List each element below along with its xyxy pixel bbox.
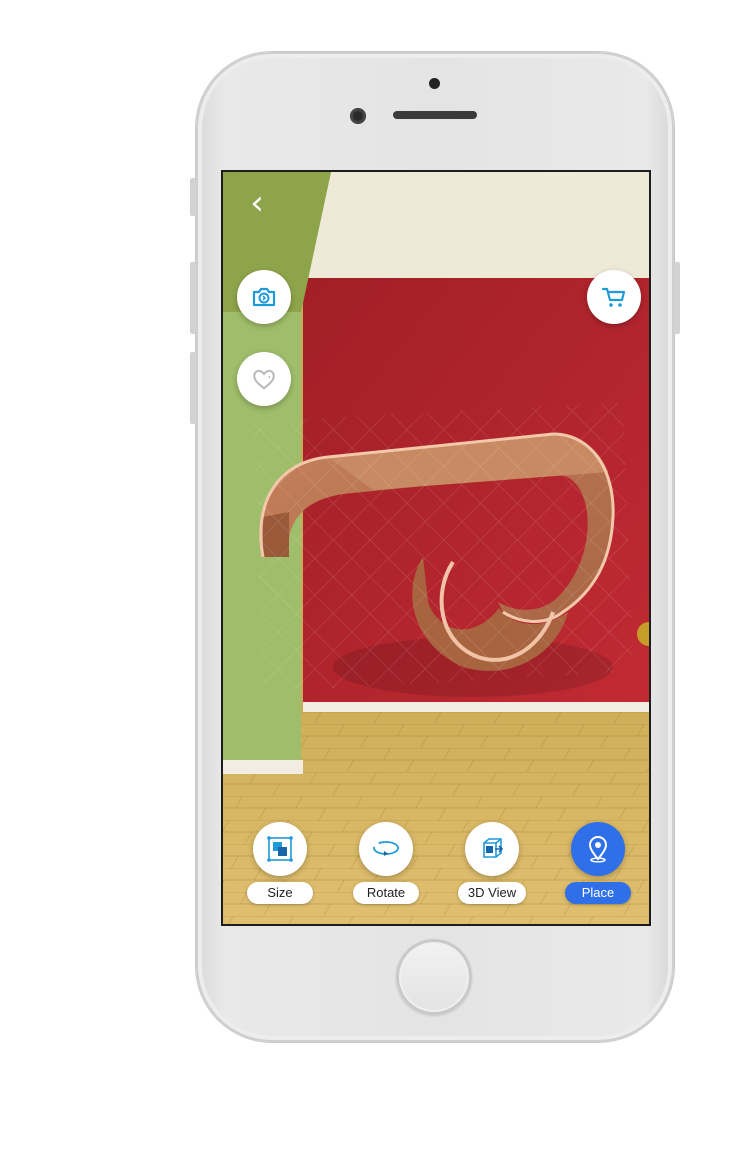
- camera-button[interactable]: [237, 270, 291, 324]
- tool-rotate-label: Rotate: [353, 882, 419, 904]
- ar-screen: ‹ Size Rotate 3D View Place: [221, 170, 651, 926]
- rotate-icon: [373, 841, 399, 856]
- mute-switch: [190, 178, 196, 216]
- power-button: [674, 262, 680, 334]
- size-icon: [267, 836, 293, 862]
- place-icon: [588, 835, 608, 863]
- tool-3d-view-label: 3D View: [457, 882, 527, 904]
- 3d-view-icon: [483, 838, 504, 858]
- heart-icon: [253, 369, 275, 390]
- back-button[interactable]: ‹: [243, 184, 271, 222]
- volume-up-button: [190, 262, 196, 334]
- volume-down-button: [190, 352, 196, 424]
- placed-3d-table[interactable]: [253, 402, 633, 692]
- cart-button[interactable]: [587, 270, 641, 324]
- tool-rotate-circle: [359, 822, 413, 876]
- tool-3d-view-circle: [465, 822, 519, 876]
- front-camera: [350, 108, 366, 124]
- cart-icon: [601, 287, 626, 307]
- tool-place-button[interactable]: Place: [553, 822, 643, 912]
- proximity-sensor: [429, 78, 440, 89]
- tool-size-button[interactable]: Size: [235, 822, 325, 912]
- home-button[interactable]: [396, 939, 472, 1015]
- tool-rotate-button[interactable]: Rotate: [341, 822, 431, 912]
- back-chevron-icon: ‹: [250, 183, 264, 223]
- tool-3d-view-button[interactable]: 3D View: [447, 822, 537, 912]
- tool-place-circle: [571, 822, 625, 876]
- tool-place-label: Place: [565, 882, 631, 904]
- tool-size-label: Size: [247, 882, 313, 904]
- earpiece-speaker: [393, 111, 477, 119]
- camera-icon: [252, 287, 276, 307]
- tool-size-circle: [253, 822, 307, 876]
- favorite-button[interactable]: [237, 352, 291, 406]
